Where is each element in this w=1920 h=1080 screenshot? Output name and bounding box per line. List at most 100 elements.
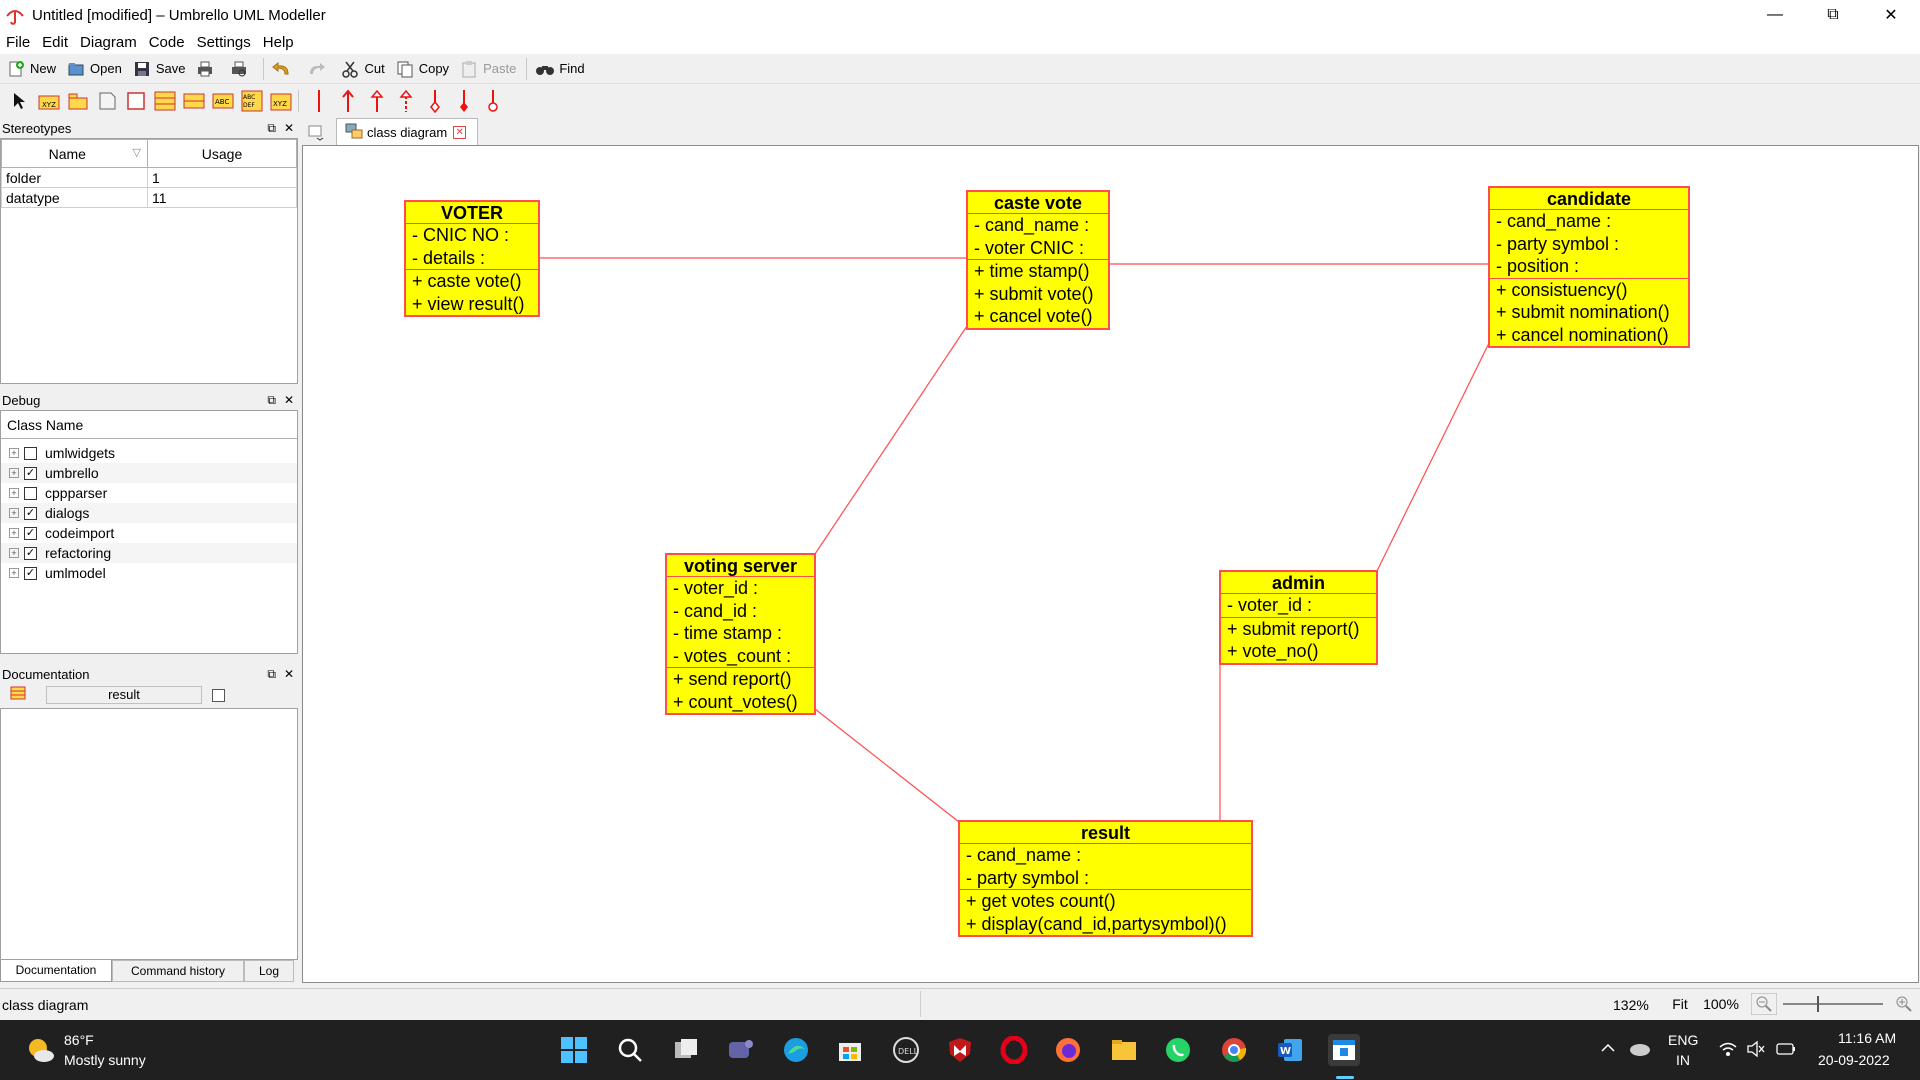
weather-sun-icon[interactable] [24,1034,56,1070]
close-icon[interactable]: ✕ [284,393,294,408]
file-explorer-icon[interactable] [1108,1034,1140,1066]
class-voter[interactable]: VOTER - CNIC NO : - details : + caste vo… [404,200,540,317]
diagram-canvas[interactable]: VOTER - CNIC NO : - details : + caste vo… [302,145,1919,983]
class-voting-server[interactable]: voting server - voter_id : - cand_id : -… [665,553,816,715]
windows-start-icon[interactable] [558,1034,590,1066]
chrome-browser-icon[interactable] [1218,1034,1250,1066]
chevron-up-icon[interactable] [1600,1040,1616,1060]
onedrive-cloud-icon[interactable] [1628,1038,1652,1062]
float-icon[interactable]: ⧉ [267,121,276,136]
umbrello-taskbar-icon[interactable] [1328,1034,1360,1066]
class-admin[interactable]: admin - voter_id : + submit report() + v… [1219,570,1378,665]
new-tab-menu-icon[interactable] [306,122,326,142]
association-line-icon[interactable] [307,89,331,113]
expand-icon[interactable]: + [9,468,19,478]
menu-edit[interactable]: Edit [36,34,74,51]
clock-date[interactable]: 20-09-2022 [1818,1052,1890,1068]
search-icon[interactable] [614,1034,646,1066]
microsoft-store-icon[interactable] [834,1034,866,1066]
association-castevote-votingserver[interactable] [814,325,968,555]
menu-diagram[interactable]: Diagram [74,34,143,51]
tree-item[interactable]: + ✓ umbrello [1,463,297,483]
column-header-usage[interactable]: Usage [147,139,297,168]
association-candidate-admin[interactable] [1376,342,1490,572]
close-tab-icon[interactable]: ✕ [453,126,467,139]
menu-help[interactable]: Help [257,34,300,51]
entity-tool-icon[interactable]: ABC [211,89,235,113]
enum-tool-icon[interactable] [182,89,206,113]
open-button[interactable]: Open [66,59,122,79]
undo-button[interactable] [272,59,296,79]
association-votingserver-result[interactable] [814,708,960,823]
copy-button[interactable]: Copy [395,59,449,79]
interface-tool-icon[interactable]: ABC DEF [240,89,264,113]
box-tool-icon[interactable] [124,89,148,113]
expand-icon[interactable]: + [9,488,19,498]
package-tool-icon[interactable] [66,89,90,113]
composition-icon[interactable] [452,89,476,113]
weather-temp[interactable]: 86°F [64,1032,94,1048]
word-icon[interactable]: W [1274,1034,1306,1066]
zoom-slider-handle[interactable] [1817,996,1819,1012]
checkbox[interactable] [24,446,37,460]
fit-button[interactable]: Fit [1665,993,1695,1015]
tab-command-history[interactable]: Command history [112,960,244,982]
checkbox[interactable]: ✓ [24,506,37,520]
tree-item[interactable]: + ✓ umlmodel [1,563,297,583]
debug-column-header[interactable]: Class Name [1,411,297,439]
class-caste-vote[interactable]: caste vote - cand_name : - voter CNIC : … [966,190,1110,330]
new-button[interactable]: New [6,59,56,79]
cut-button[interactable]: Cut [340,59,385,79]
firefox-browser-icon[interactable] [1052,1034,1084,1066]
zoom-out-icon[interactable] [1751,993,1777,1015]
checkbox[interactable]: ✓ [24,526,37,540]
language-region[interactable]: IN [1676,1052,1690,1068]
paste-button[interactable]: Paste [459,59,516,79]
save-button[interactable]: Save [132,59,185,79]
zoom-in-icon[interactable] [1891,993,1917,1015]
directional-association-icon[interactable] [336,89,360,113]
checkbox[interactable]: ✓ [24,466,37,480]
tree-item[interactable]: + ✓ refactoring [1,543,297,563]
expand-icon[interactable]: + [9,528,19,538]
datatype-tool-icon[interactable] [153,89,177,113]
tree-item[interactable]: + ✓ codeimport [1,523,297,543]
battery-icon[interactable] [1776,1041,1796,1061]
close-icon[interactable]: ✕ [284,667,294,682]
task-view-icon[interactable] [670,1034,702,1066]
checkbox[interactable] [24,486,37,500]
clock-time[interactable]: 11:16 AM [1838,1030,1896,1046]
documentation-checkbox[interactable] [212,688,225,702]
wifi-icon[interactable] [1718,1040,1738,1062]
class-tool-icon[interactable]: XYZ [37,89,61,113]
close-button[interactable]: ✕ [1862,0,1920,30]
table-row[interactable]: folder 1 [1,167,297,188]
tab-documentation[interactable]: Documentation [0,960,112,982]
realization-arrow-icon[interactable] [394,89,418,113]
whatsapp-icon[interactable] [1162,1034,1194,1066]
teams-chat-icon[interactable] [724,1034,756,1066]
documentation-name-field[interactable]: result [46,686,202,704]
checkbox[interactable]: ✓ [24,566,37,580]
checkbox[interactable]: ✓ [24,546,37,560]
restore-button[interactable]: ⧉ [1804,0,1862,30]
menu-file[interactable]: File [0,34,36,51]
menu-settings[interactable]: Settings [191,34,257,51]
zoom-100-button[interactable]: 100% [1699,993,1743,1015]
tab-log[interactable]: Log [244,960,294,982]
component-tool-icon[interactable]: XYZ [269,89,293,113]
expand-icon[interactable]: + [9,568,19,578]
class-candidate[interactable]: candidate - cand_name : - party symbol :… [1488,186,1690,348]
minimize-button[interactable]: — [1746,0,1804,30]
edge-browser-icon[interactable] [780,1034,812,1066]
redo-button[interactable] [306,59,330,79]
expand-icon[interactable]: + [9,448,19,458]
expand-icon[interactable]: + [9,548,19,558]
zoom-slider[interactable] [1783,1003,1883,1005]
aggregation-icon[interactable] [423,89,447,113]
dell-icon[interactable]: DELL [890,1034,922,1066]
note-tool-icon[interactable] [95,89,119,113]
documentation-text-area[interactable] [0,708,298,960]
speaker-muted-icon[interactable] [1746,1040,1766,1062]
close-icon[interactable]: ✕ [284,121,294,136]
